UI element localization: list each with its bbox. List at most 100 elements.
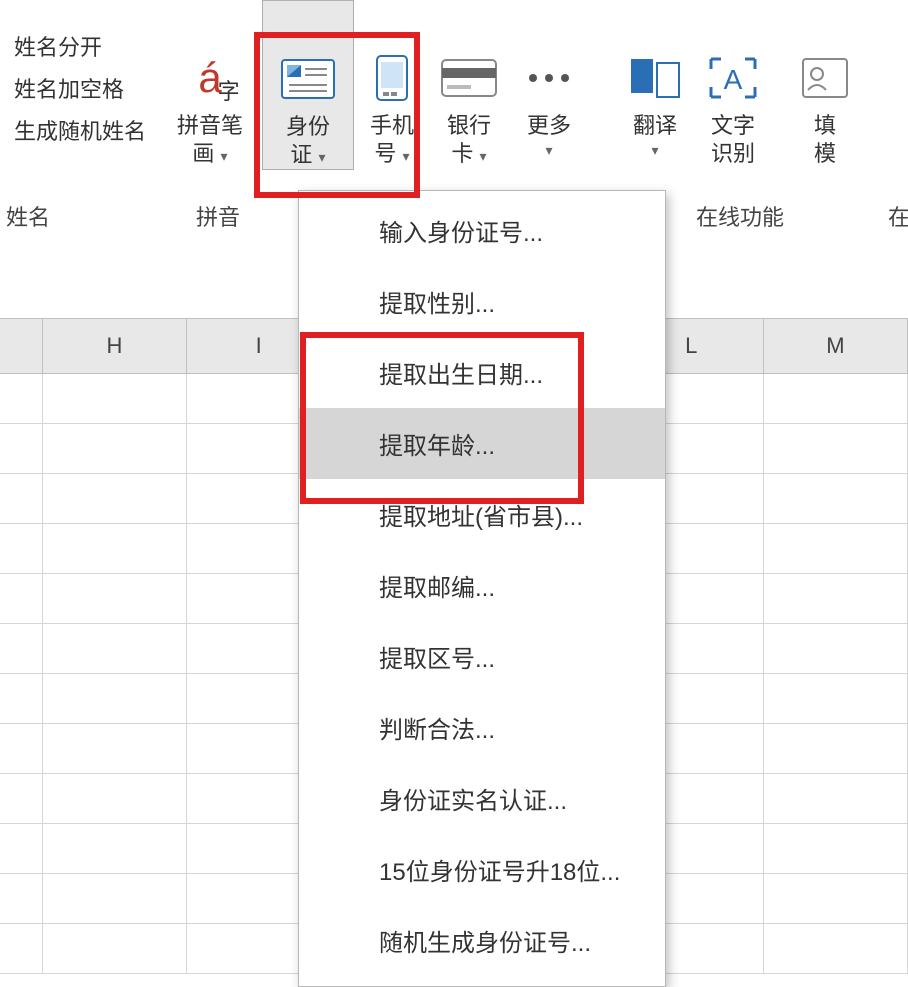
cell[interactable] bbox=[764, 874, 908, 923]
idcard-label1: 身份 bbox=[286, 113, 330, 141]
cell[interactable] bbox=[43, 374, 187, 423]
cell[interactable] bbox=[764, 574, 908, 623]
cell[interactable] bbox=[0, 674, 43, 723]
menu-extract-zipcode[interactable]: 提取邮编... bbox=[299, 550, 665, 621]
menu-input-id[interactable]: 输入身份证号... bbox=[299, 195, 665, 266]
phone-icon bbox=[375, 50, 409, 106]
cell[interactable] bbox=[0, 824, 43, 873]
cell[interactable] bbox=[43, 624, 187, 673]
cell[interactable] bbox=[43, 424, 187, 473]
fill-template-button[interactable]: 填 模 bbox=[800, 0, 850, 170]
idcard-button[interactable]: 身份 证 ▾ bbox=[262, 0, 354, 170]
phone-label1: 手机 bbox=[370, 112, 414, 140]
fill-label1: 填 bbox=[814, 112, 836, 140]
ocr-button[interactable]: A 文字 识别 bbox=[697, 0, 769, 170]
cell[interactable] bbox=[0, 424, 43, 473]
cell[interactable] bbox=[764, 924, 908, 973]
cell[interactable] bbox=[764, 424, 908, 473]
name-tools-list: 姓名分开 姓名加空格 生成随机姓名 bbox=[10, 0, 150, 146]
cell[interactable] bbox=[43, 524, 187, 573]
name-random[interactable]: 生成随机姓名 bbox=[14, 114, 146, 146]
idcard-label2: 证 bbox=[290, 142, 312, 167]
menu-extract-areacode[interactable]: 提取区号... bbox=[299, 621, 665, 692]
bankcard-icon bbox=[441, 50, 497, 106]
idcard-icon bbox=[281, 51, 335, 107]
menu-extract-address[interactable]: 提取地址(省市县)... bbox=[299, 479, 665, 550]
cell[interactable] bbox=[43, 924, 187, 973]
phone-button[interactable]: 手机 号 ▾ bbox=[356, 0, 428, 170]
cell[interactable] bbox=[43, 824, 187, 873]
translate-icon bbox=[629, 50, 681, 106]
ribbon-group-fill: 填 模 bbox=[800, 0, 850, 170]
cell[interactable] bbox=[43, 874, 187, 923]
cell[interactable] bbox=[43, 474, 187, 523]
cell[interactable] bbox=[0, 524, 43, 573]
menu-generate-random-id[interactable]: 随机生成身份证号... bbox=[299, 905, 665, 976]
phone-label2: 号 bbox=[374, 141, 396, 166]
cell[interactable] bbox=[0, 474, 43, 523]
cell[interactable] bbox=[0, 774, 43, 823]
ocr-label2: 识别 bbox=[711, 140, 755, 168]
bank-label1: 银行 bbox=[447, 112, 491, 140]
fill-label2: 模 bbox=[814, 140, 836, 168]
translate-button[interactable]: 翻译 ▾ bbox=[619, 0, 691, 170]
chevron-down-icon: ▾ bbox=[545, 142, 552, 160]
chevron-down-icon: ▾ bbox=[319, 149, 326, 165]
group-label-pinyin: 拼音 bbox=[196, 200, 240, 232]
col-header-h[interactable]: H bbox=[43, 319, 187, 373]
cell[interactable] bbox=[43, 674, 187, 723]
name-add-space[interactable]: 姓名加空格 bbox=[14, 72, 146, 104]
cell[interactable] bbox=[764, 674, 908, 723]
cell[interactable] bbox=[764, 374, 908, 423]
group-label-fill-prefix: 在 bbox=[888, 200, 908, 232]
cell[interactable] bbox=[0, 874, 43, 923]
bankcard-button[interactable]: 银行 卡 ▾ bbox=[433, 0, 505, 170]
more-button[interactable]: 更多 ▾ bbox=[513, 0, 585, 170]
pinyin-a-icon: á字 bbox=[198, 50, 221, 106]
bank-label2: 卡 bbox=[451, 141, 473, 166]
pinyin-btn-label2: 画 bbox=[192, 141, 214, 166]
cell[interactable] bbox=[0, 624, 43, 673]
person-card-icon bbox=[802, 50, 848, 106]
cell[interactable] bbox=[43, 724, 187, 773]
menu-realname-verify[interactable]: 身份证实名认证... bbox=[299, 763, 665, 834]
cell[interactable] bbox=[764, 624, 908, 673]
cell[interactable] bbox=[43, 774, 187, 823]
ribbon-group-pinyin: á字 拼音笔 画 ▾ bbox=[160, 0, 260, 170]
cell[interactable] bbox=[43, 574, 187, 623]
ocr-label1: 文字 bbox=[711, 112, 755, 140]
chevron-down-icon: ▾ bbox=[651, 142, 658, 160]
menu-validate[interactable]: 判断合法... bbox=[299, 692, 665, 763]
ocr-a-icon: A bbox=[707, 50, 759, 106]
cell[interactable] bbox=[764, 824, 908, 873]
ribbon-toolbar: 姓名分开 姓名加空格 生成随机姓名 á字 拼音笔 画 ▾ bbox=[0, 0, 908, 190]
menu-upgrade-15to18[interactable]: 15位身份证号升18位... bbox=[299, 834, 665, 905]
cell[interactable] bbox=[0, 924, 43, 973]
name-split[interactable]: 姓名分开 bbox=[14, 30, 146, 62]
pinyin-btn-label1: 拼音笔 bbox=[177, 112, 243, 140]
cell[interactable] bbox=[764, 724, 908, 773]
ribbon-group-translate: 翻译 ▾ bbox=[616, 0, 694, 170]
ribbon-group-more: 更多 ▾ bbox=[510, 0, 588, 170]
idcard-dropdown-menu: 输入身份证号... 提取性别... 提取出生日期... 提取年龄... 提取地址… bbox=[298, 190, 666, 987]
ribbon-group-phone: 手机 号 ▾ bbox=[356, 0, 428, 170]
menu-extract-birthdate[interactable]: 提取出生日期... bbox=[299, 337, 665, 408]
ribbon-group-bankcard: 银行 卡 ▾ bbox=[428, 0, 510, 170]
cell[interactable] bbox=[0, 374, 43, 423]
menu-extract-gender[interactable]: 提取性别... bbox=[299, 266, 665, 337]
ribbon-group-idcard: 身份 证 ▾ bbox=[260, 0, 356, 170]
col-header-blank[interactable] bbox=[0, 319, 43, 373]
cell[interactable] bbox=[764, 774, 908, 823]
translate-label: 翻译 bbox=[633, 112, 677, 140]
pinyin-stroke-button[interactable]: á字 拼音笔 画 ▾ bbox=[174, 0, 246, 170]
menu-extract-age[interactable]: 提取年龄... bbox=[299, 408, 665, 479]
ellipsis-icon bbox=[525, 50, 573, 106]
cell[interactable] bbox=[764, 524, 908, 573]
col-header-m[interactable]: M bbox=[764, 319, 908, 373]
more-label: 更多 bbox=[527, 112, 571, 140]
cell[interactable] bbox=[764, 474, 908, 523]
cell[interactable] bbox=[0, 724, 43, 773]
group-label-name: 姓名 bbox=[6, 200, 50, 232]
ribbon-group-name: 姓名分开 姓名加空格 生成随机姓名 bbox=[0, 0, 160, 146]
cell[interactable] bbox=[0, 574, 43, 623]
